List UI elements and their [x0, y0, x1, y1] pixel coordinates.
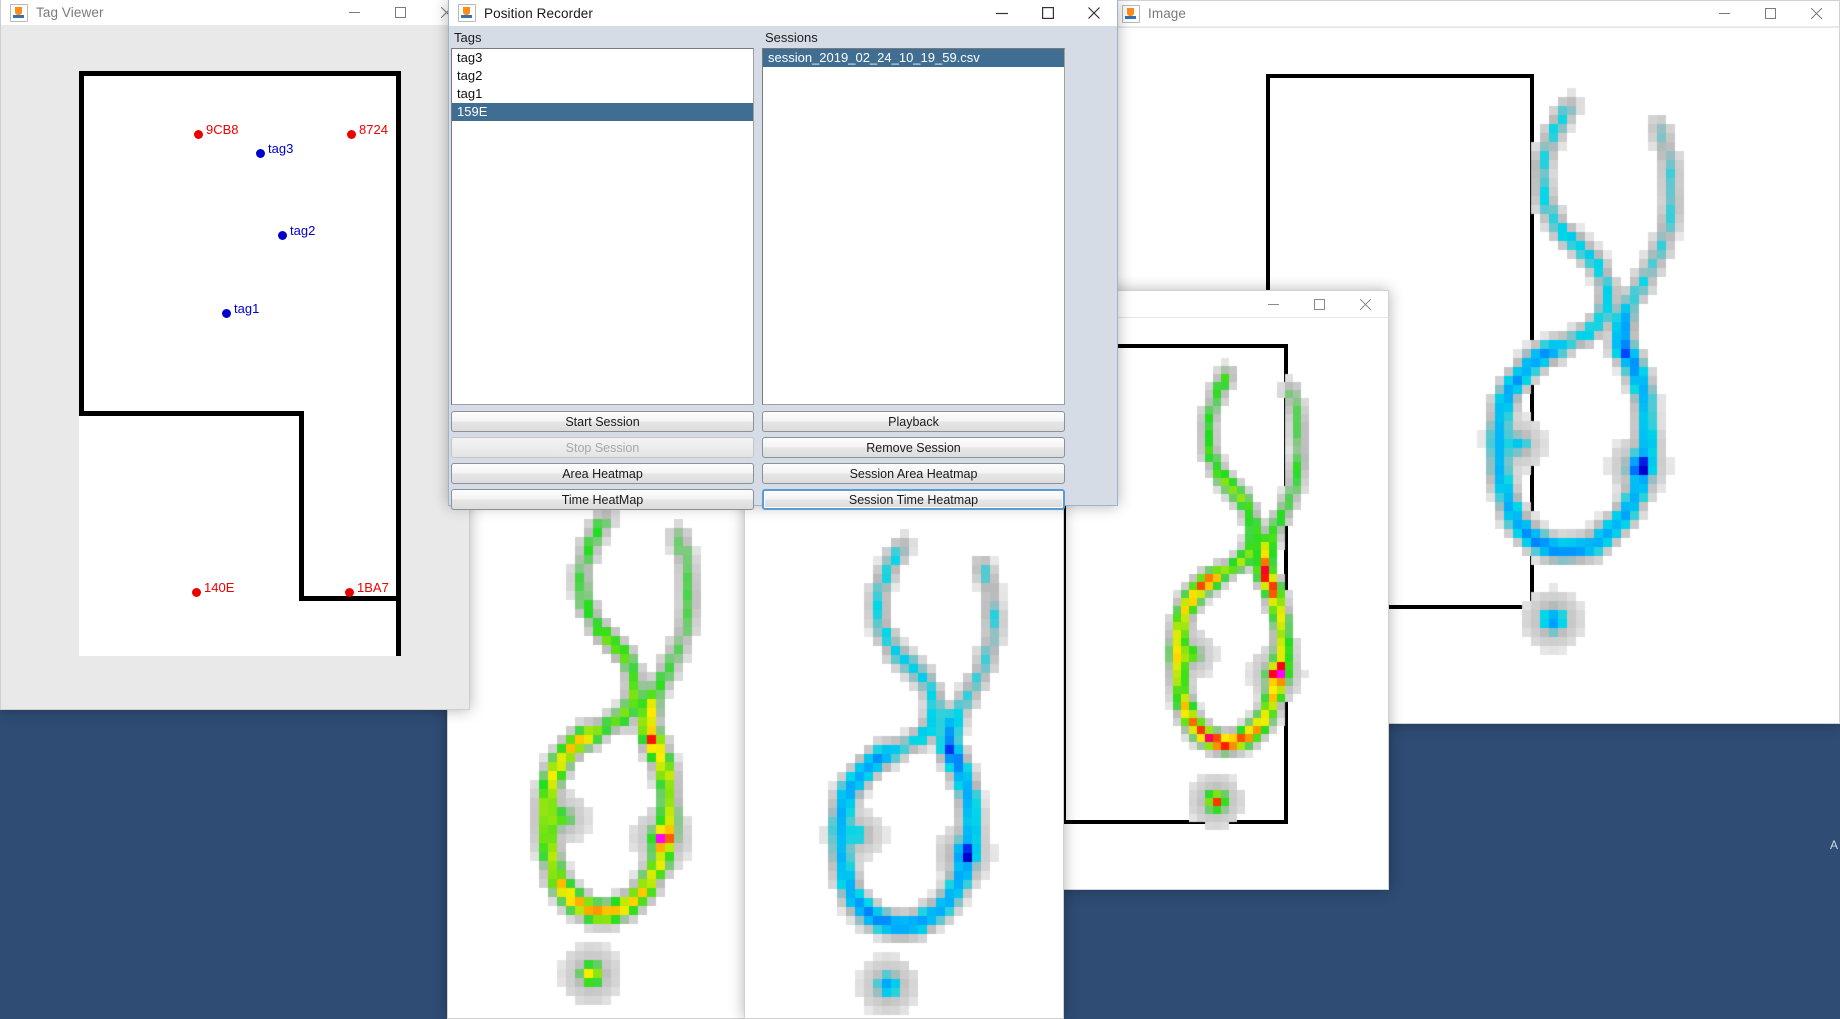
position-recorder-window[interactable]: Position Recorder Tags tag3 tag2 tag1 159E …	[448, 0, 1118, 510]
marker-label: 8724	[359, 122, 388, 137]
tag-viewer-map[interactable]: 9CB8 8724 140E 1BA7 tag3 tag2 tag1	[1, 26, 469, 709]
tag-list-item-0[interactable]: tag3	[452, 49, 753, 67]
close-icon[interactable]	[1793, 1, 1839, 27]
minimize-icon[interactable]	[331, 0, 377, 26]
position-recorder-controls	[979, 0, 1117, 26]
java-coffee-cup-icon	[1122, 4, 1140, 23]
image-window-title: Image	[1148, 6, 1187, 21]
floorplan	[79, 71, 401, 656]
close-icon[interactable]	[1071, 0, 1117, 26]
position-recorder-body: Tags tag3 tag2 tag1 159E Sessions session_2…	[449, 26, 1117, 510]
heatmap-render-c	[448, 461, 746, 1018]
tag-list-item-1[interactable]: tag2	[452, 67, 753, 85]
close-icon[interactable]	[1342, 291, 1388, 317]
marker-label: tag3	[268, 141, 294, 156]
minimize-icon[interactable]	[979, 0, 1025, 26]
session-time-heatmap-button[interactable]: Session Time Heatmap	[762, 489, 1065, 510]
time-heatmap-canvas	[448, 461, 746, 1018]
desktop-icon-label: A	[1830, 838, 1839, 852]
java-coffee-cup-icon	[458, 4, 476, 22]
java-coffee-cup-icon	[10, 3, 28, 22]
session-area-heatmap-button[interactable]: Session Area Heatmap	[762, 463, 1065, 484]
session-list-item-0[interactable]: session_2019_02_24_10_19_59.csv	[763, 49, 1064, 67]
area-heatmap-canvas	[745, 479, 1063, 1018]
area-heatmap-button[interactable]: Area Heatmap	[451, 463, 754, 484]
sessions-column: Sessions session_2019_02_24_10_19_59.csv	[762, 30, 1065, 405]
position-recorder-title: Position Recorder	[484, 5, 594, 21]
tag-viewer-window[interactable]: Tag Viewer 9CB8 8724 140E 1BA7 tag3 tag2 tag1	[0, 0, 470, 710]
anchor-dot-icon	[192, 588, 201, 597]
image-window-titlebar[interactable]: Image	[1113, 1, 1839, 27]
start-session-button[interactable]: Start Session	[451, 411, 754, 432]
tag-viewer-titlebar[interactable]: Tag Viewer	[1, 0, 469, 26]
anchor-dot-icon	[347, 130, 356, 139]
tag-list-item-3[interactable]: 159E	[452, 103, 753, 121]
tags-listbox[interactable]: tag3 tag2 tag1 159E	[451, 48, 754, 405]
time-heatmap-button[interactable]: Time HeatMap	[451, 489, 754, 510]
maximize-icon[interactable]	[1747, 1, 1793, 27]
image-window-controls	[1701, 1, 1839, 27]
area-heatmap-window[interactable]	[744, 478, 1064, 1019]
anchor-dot-icon	[345, 588, 354, 597]
right-button-stack: Playback Remove Session Session Area Heatm…	[762, 405, 1065, 510]
sessions-header: Sessions	[765, 30, 818, 45]
tags-header: Tags	[454, 30, 482, 45]
marker-label: 1BA7	[357, 580, 389, 595]
minimize-icon[interactable]	[1701, 1, 1747, 27]
marker-label: tag1	[234, 301, 260, 316]
stop-session-button: Stop Session	[451, 437, 754, 458]
desktop-icon-partial[interactable]: A	[1830, 838, 1840, 878]
remove-session-button[interactable]: Remove Session	[762, 437, 1065, 458]
maximize-icon[interactable]	[1296, 291, 1342, 317]
marker-label: 9CB8	[206, 122, 239, 137]
maximize-icon[interactable]	[377, 0, 423, 26]
tag-list-item-2[interactable]: tag1	[452, 85, 753, 103]
sessions-listbox[interactable]: session_2019_02_24_10_19_59.csv	[762, 48, 1065, 405]
playback-button[interactable]: Playback	[762, 411, 1065, 432]
heatmap-render-d	[745, 479, 1063, 1018]
position-recorder-titlebar[interactable]: Position Recorder	[449, 0, 1117, 26]
tag-dot-icon	[278, 231, 287, 240]
anchor-dot-icon	[194, 130, 203, 139]
session-heatmap-controls	[1250, 291, 1388, 317]
marker-label: tag2	[290, 223, 316, 238]
minimize-icon[interactable]	[1250, 291, 1296, 317]
time-heatmap-window[interactable]	[447, 460, 747, 1019]
maximize-icon[interactable]	[1025, 0, 1071, 26]
tag-dot-icon	[222, 309, 231, 318]
tags-column: Tags tag3 tag2 tag1 159E	[451, 30, 754, 405]
left-button-stack: Start Session Stop Session Area Heatmap Tim…	[451, 405, 754, 510]
marker-label: 140E	[204, 580, 235, 595]
tag-viewer-title: Tag Viewer	[36, 5, 104, 20]
tag-dot-icon	[256, 149, 265, 158]
